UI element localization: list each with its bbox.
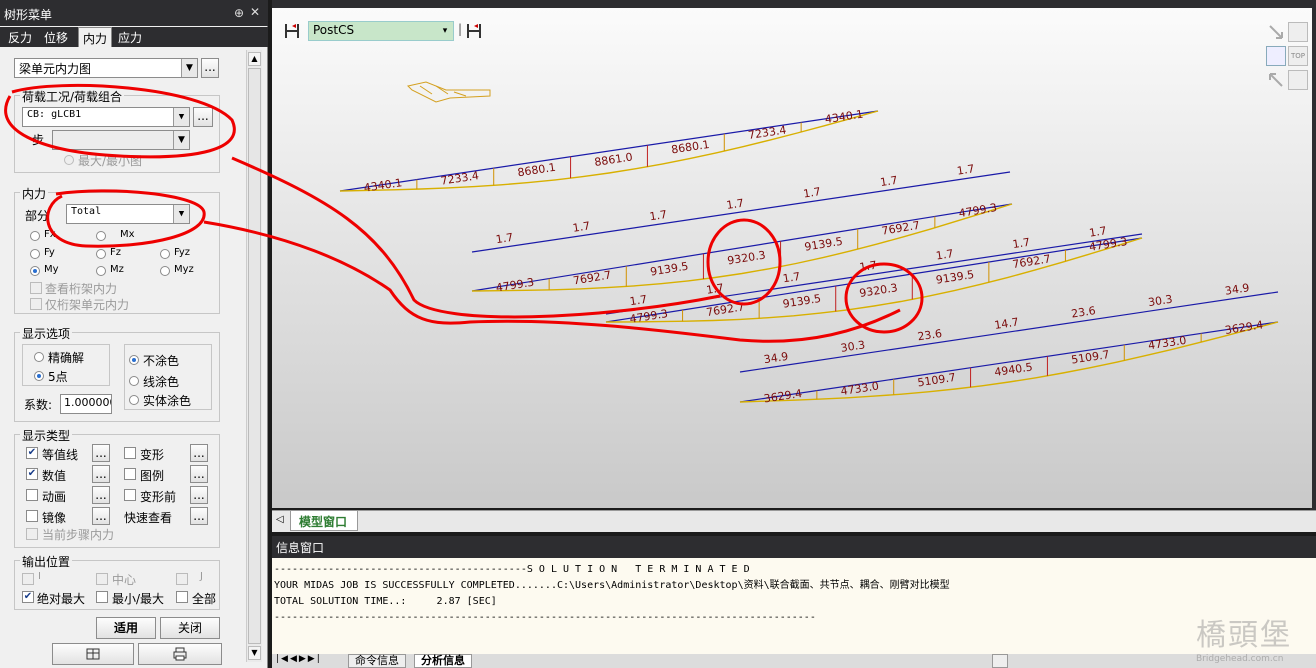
beam-axis (339, 110, 879, 192)
beam-value-label: 1.7 (1088, 224, 1107, 239)
tab-analysis-info[interactable]: 分析信息 (414, 654, 472, 668)
beam-value-label: 34.9 (1224, 281, 1250, 297)
beam-value-label: 1.7 (649, 208, 668, 223)
message-area: ----------------------------------------… (272, 558, 1316, 654)
beam-value-label: 4340.1 (824, 108, 864, 127)
beam-value-label: 9320.3 (726, 248, 766, 267)
beam-value-label: 1.7 (956, 162, 975, 177)
tab-command-info[interactable]: 命令信息 (348, 654, 406, 668)
tab-model-window[interactable]: 模型窗口 (290, 511, 358, 531)
beam-value-label: 1.7 (879, 174, 898, 189)
model-tab-bar: ◁ 模型窗口 (272, 510, 1316, 532)
message-line: YOUR MIDAS JOB IS SUCCESSFULLY COMPLETED… (274, 580, 950, 591)
beam-value-label: 3629.4 (1224, 318, 1264, 337)
beam-value-label: 30.3 (1147, 293, 1173, 309)
watermark-text: 橋頭堡 (1196, 618, 1292, 653)
message-line: ----------------------------------------… (274, 612, 816, 623)
beam-value-label: 1.7 (802, 185, 821, 200)
beam-value-label: 3629.4 (763, 387, 803, 406)
tab-scroll-left-icon[interactable]: ◁ (276, 514, 284, 525)
beam-3: 4799.3 7692.7 9139.5 9320.3 9139.5 7692.7 4799… (471, 201, 1013, 295)
watermark-sub: Bridgehead.com.cn (1196, 654, 1284, 664)
beam-value-label: 1.7 (495, 231, 514, 246)
beam-axis (739, 321, 1279, 403)
beam-1: 4340.1 7233.4 8680.18861.08680.17233.44340… (339, 108, 879, 195)
beam-value-label: 9139.5 (649, 260, 689, 279)
beam-value-label: 7692.7 (705, 300, 745, 319)
beam-value-label: 4799.3 (958, 201, 998, 220)
beam-value-label: 4799.3 (495, 276, 535, 295)
beam-value-label: 7233.4 (440, 169, 480, 188)
beam-value-label: 34.9 (763, 350, 789, 366)
message-window-title: 信息窗口 (272, 536, 1316, 558)
beam-value-label: 1.7 (726, 197, 745, 212)
watermark: 橋頭堡 Bridgehead.com.cn (1196, 610, 1306, 664)
beam-value-label: 1.7 (705, 281, 724, 296)
beam-value-label: 1.7 (782, 270, 801, 285)
beam-value-label: 1.7 (629, 293, 648, 308)
beam-value-label: 1.7 (935, 247, 954, 262)
beam-axis (605, 233, 1143, 315)
beam-value-label: 1.7 (572, 219, 591, 234)
beam-value-label: 4733.0 (840, 380, 880, 399)
beam-6: 34.9 30.3 23.6 14.7 23.6 30.3 34.9 (739, 281, 1279, 373)
viewport-top-border (272, 0, 1316, 8)
beam-value-label: 7692.7 (1012, 252, 1052, 271)
beam-value-label: 8861.0 (594, 150, 634, 169)
model-viewport[interactable]: PostCS ▾ | TOP 4340.1 7233.4 8680.1 8861.0 8… (272, 8, 1312, 508)
beam-value-label: 7692.7 (881, 219, 921, 238)
beam-diagram: 4340.1 7233.4 8680.18861.08680.17233.44340… (339, 108, 1279, 406)
beam-axis (471, 171, 1011, 253)
beam-value-label: 1.7 (1012, 236, 1031, 251)
beam-value-label: 9320.3 (858, 281, 898, 300)
beam-value-label: 14.7 (994, 315, 1020, 331)
beam-2: 1.7 1.7 1.7 1.7 1.7 1.7 1.7 (471, 162, 1011, 253)
beam-value-label: 23.6 (1070, 304, 1096, 320)
beam-value-label: 23.6 (917, 327, 943, 343)
beam-value-label: 7233.4 (747, 123, 787, 142)
beam-value-label: 5109.7 (1070, 348, 1110, 367)
hscroll-left[interactable] (992, 654, 1008, 668)
beam-axis (605, 237, 1143, 323)
message-tab-bar: |◀◀▶▶| 命令信息 分析信息 (272, 654, 1316, 668)
beam-value-label: 5109.7 (917, 371, 957, 390)
beam-value-label: 9139.5 (935, 268, 975, 287)
beam-value-label: 30.3 (840, 338, 866, 354)
message-line: TOTAL SOLUTION TIME..: 2.87 [SEC] (274, 596, 497, 607)
tab-nav-icons[interactable]: |◀◀▶▶| (276, 654, 322, 664)
beam-value-label: 9139.5 (804, 235, 844, 254)
beam-axis (471, 203, 1013, 292)
beam-value-label: 4340.1 (363, 176, 403, 195)
beam-value-label: 1.7 (859, 259, 878, 274)
beam-value-label: 7692.7 (572, 268, 612, 287)
message-line: ----------------------------------------… (274, 564, 750, 575)
beam-value-label: 9139.5 (782, 292, 822, 311)
beam-value-label: 4733.0 (1147, 334, 1187, 353)
